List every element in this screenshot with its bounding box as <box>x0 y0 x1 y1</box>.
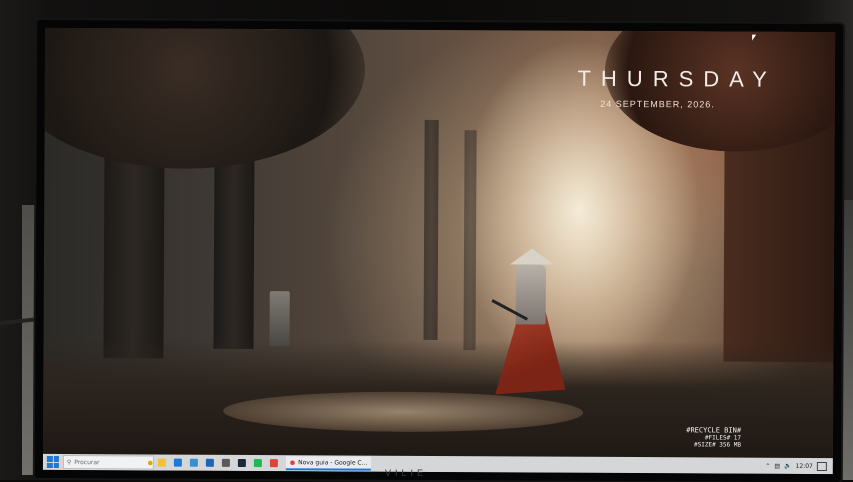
monitor-bezel: THURSDAY 24 SEPTEMBER, 2026. #RECYCLE BI… <box>34 19 844 482</box>
clock-day: THURSDAY <box>577 65 777 92</box>
store-icon[interactable] <box>189 458 198 467</box>
wallpaper-samurai <box>491 248 566 398</box>
search-box[interactable]: ⚲ Procurar ● <box>62 455 154 470</box>
taskbar-clock[interactable]: 12:07 <box>796 462 813 469</box>
monitor-brand-logo: VILIE <box>385 468 428 478</box>
clock-date: 24 SEPTEMBER, 2026. <box>600 98 715 110</box>
wallpaper-canopy <box>42 27 366 170</box>
spotify-icon[interactable] <box>253 459 262 468</box>
system-tray: ⌃ ▤ 🔈 12:07 <box>765 461 833 471</box>
mail-icon[interactable] <box>205 458 214 467</box>
file-explorer-icon[interactable] <box>157 458 166 467</box>
mouse-cursor-icon <box>752 34 757 41</box>
recycle-bin-size: #SIZE# 356 MB <box>694 441 742 449</box>
recycle-bin-widget[interactable]: #RECYCLE BIN# #FILES# 17 #SIZE# 356 MB <box>686 426 742 449</box>
wallpaper-tree <box>463 130 477 351</box>
windows-start-icon[interactable] <box>46 455 59 469</box>
volume-icon[interactable]: 🔈 <box>784 462 792 469</box>
taskbar-app-label: Nova guia - Google C... <box>298 458 368 467</box>
network-icon[interactable]: ▤ <box>774 462 780 469</box>
chrome-app-icon: ● <box>289 458 296 466</box>
edge-icon[interactable] <box>173 458 182 467</box>
taskbar: ⚲ Procurar ● ● Nova guia - Google C... ⌃… <box>42 453 833 475</box>
taskbar-app-chrome[interactable]: ● Nova guia - Google C... <box>285 456 372 471</box>
samurai-hat <box>509 248 555 265</box>
photos-icon[interactable] <box>221 458 230 467</box>
search-highlight-icon: ● <box>147 458 153 467</box>
chrome-icon[interactable] <box>269 459 278 468</box>
tray-chevron-icon[interactable]: ⌃ <box>765 462 770 469</box>
steam-icon[interactable] <box>237 458 246 467</box>
search-icon: ⚲ <box>66 458 72 466</box>
wallpaper-shrine <box>269 291 290 347</box>
desktop-screen: THURSDAY 24 SEPTEMBER, 2026. #RECYCLE BI… <box>42 27 836 475</box>
wallpaper-tree <box>423 119 439 340</box>
search-input[interactable]: Procurar <box>74 459 144 466</box>
notifications-icon[interactable] <box>816 461 827 471</box>
